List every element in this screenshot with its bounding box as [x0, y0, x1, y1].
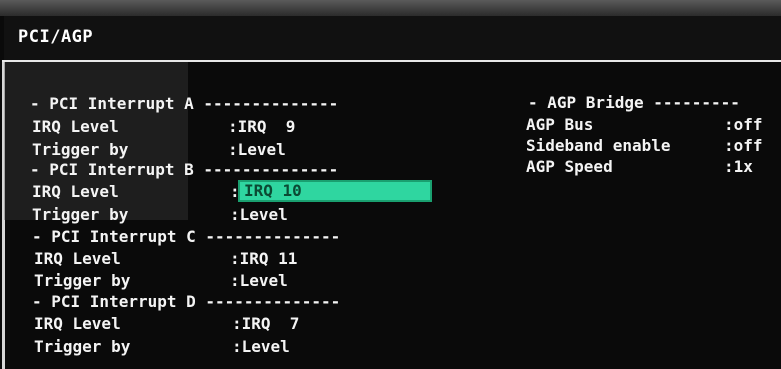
trigger-by-value[interactable]: :Level — [228, 140, 286, 160]
section-header-text: - PCI Interrupt D -------------- — [32, 292, 341, 311]
irq-level-value[interactable]: :IRQ 7 — [232, 314, 299, 334]
agp-bus-row[interactable]: AGP Bus :off — [526, 115, 776, 135]
trigger-by-label: Trigger by — [34, 337, 131, 356]
section-header-text: - PCI Interrupt A -------------- — [30, 94, 339, 113]
agp-speed-value[interactable]: :1x — [724, 157, 753, 177]
pci-interrupt-b-header: - PCI Interrupt B -------------- — [30, 160, 338, 180]
agp-bus-value[interactable]: :off — [724, 115, 763, 135]
agp-bridge-header: - AGP Bridge --------- — [528, 93, 740, 113]
trigger-by-label: Trigger by — [32, 205, 129, 224]
pci-c-trigger-row[interactable]: Trigger by :Level — [34, 271, 334, 291]
pci-interrupt-c-header: - PCI Interrupt C -------------- — [32, 227, 340, 247]
pci-interrupt-a-header: - PCI Interrupt A -------------- — [30, 94, 338, 114]
trigger-by-value[interactable]: :Level — [230, 271, 288, 291]
irq-level-label: IRQ Level — [34, 314, 121, 333]
pci-c-irq-level-row[interactable]: IRQ Level :IRQ 11 — [34, 249, 334, 269]
sideband-enable-value[interactable]: :off — [724, 136, 763, 156]
pci-d-trigger-row[interactable]: Trigger by :Level — [34, 337, 334, 357]
section-header-text: - PCI Interrupt B -------------- — [30, 160, 339, 179]
trigger-by-label: Trigger by — [34, 271, 131, 290]
trigger-by-label: Trigger by — [32, 140, 129, 159]
section-header-text: - AGP Bridge --------- — [528, 93, 740, 112]
agp-speed-label: AGP Speed — [526, 157, 613, 176]
value-separator: : — [230, 182, 240, 201]
bios-screen: PCI/AGP - PCI Interrupt A --------------… — [0, 0, 781, 369]
irq-level-value[interactable]: :IRQ 9 — [228, 117, 295, 137]
pci-b-irq-level-row[interactable]: IRQ Level — [32, 182, 232, 202]
trigger-by-value[interactable]: :Level — [232, 337, 290, 357]
irq-level-label: IRQ Level — [32, 182, 119, 201]
monitor-bezel — [0, 0, 781, 16]
page-title: PCI/AGP — [18, 27, 94, 47]
agp-bus-label: AGP Bus — [526, 115, 594, 134]
pci-b-irq-colon: : — [230, 182, 269, 202]
agp-speed-row[interactable]: AGP Speed :1x — [526, 157, 776, 177]
pci-interrupt-d-header: - PCI Interrupt D -------------- — [32, 292, 340, 312]
pci-a-trigger-row[interactable]: Trigger by :Level — [32, 140, 332, 160]
pci-a-irq-level-row[interactable]: IRQ Level :IRQ 9 — [32, 117, 332, 137]
title-bar: PCI/AGP — [4, 16, 781, 60]
sideband-enable-row[interactable]: Sideband enable :off — [526, 136, 776, 156]
section-header-text: - PCI Interrupt C -------------- — [32, 227, 341, 246]
pci-b-trigger-row[interactable]: Trigger by :Level — [32, 205, 332, 225]
pci-d-irq-level-row[interactable]: IRQ Level :IRQ 7 — [34, 314, 334, 334]
irq-level-label: IRQ Level — [34, 249, 121, 268]
irq-level-value[interactable]: :IRQ 11 — [230, 249, 297, 269]
irq-level-label: IRQ Level — [32, 117, 119, 136]
sideband-enable-label: Sideband enable — [526, 136, 671, 155]
